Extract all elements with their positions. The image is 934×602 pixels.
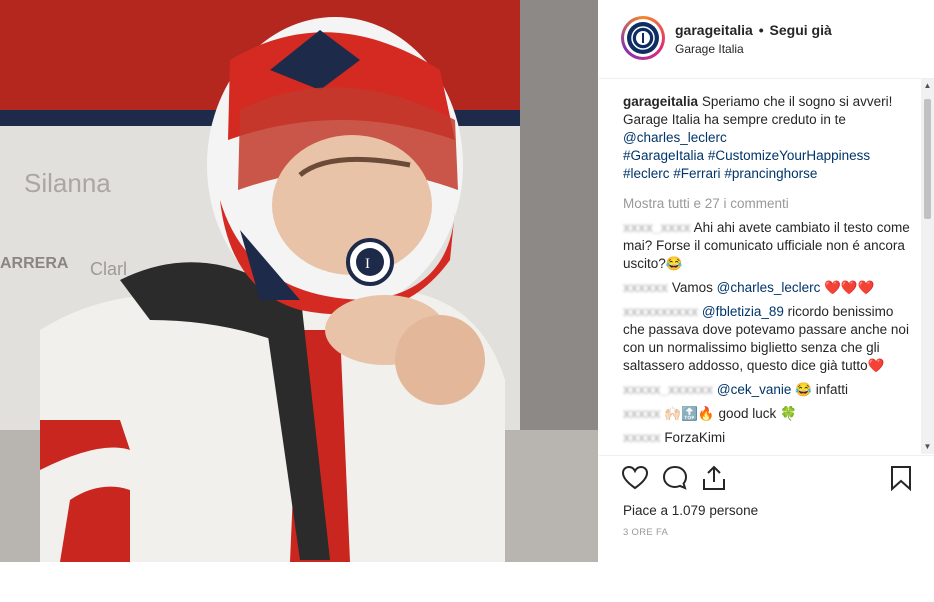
hashtag-link[interactable]: #Ferrari xyxy=(673,166,720,181)
scrollbar-thumb[interactable] xyxy=(924,99,931,219)
comment-username[interactable]: xxxxx xyxy=(623,405,661,423)
post-actions: Piace a 1.079 persone 3 ORE FA xyxy=(599,455,934,563)
comment-username[interactable]: xxxxx xyxy=(623,429,661,447)
garage-italia-logo-icon xyxy=(627,22,659,54)
comment-item: xxxxx ForzaKimi xyxy=(623,429,911,447)
comment-mention[interactable]: @cek_vanie xyxy=(717,382,792,397)
hashtag-link[interactable]: #CustomizeYourHappiness xyxy=(708,148,870,163)
post-container: Silanna ARRERA Clarl I garageitalia • Se… xyxy=(0,0,934,562)
comment-item: xxxxx 🙌🏻🔝🔥 good luck 🍀 xyxy=(623,405,911,423)
avatar-ring-inner xyxy=(624,19,662,57)
comment-item: xxxxxx Vamos @charles_leclerc ❤️❤️❤️ xyxy=(623,279,911,297)
comment-username[interactable]: xxxxxx xyxy=(623,279,668,297)
header-separator: • xyxy=(758,22,764,38)
likes-count[interactable]: Piace a 1.079 persone xyxy=(623,503,758,518)
caption-mention[interactable]: @charles_leclerc xyxy=(623,130,727,145)
hashtag-link[interactable]: #GarageItalia xyxy=(623,148,704,163)
comment-item: xxxxxxxxxx @fbletizia_89 ricordo benissi… xyxy=(623,303,911,375)
heart-icon[interactable] xyxy=(621,464,649,492)
header-location[interactable]: Garage Italia xyxy=(675,42,744,56)
comment-emoji: ❤️❤️❤️ xyxy=(824,280,875,295)
comment-item: xxxxx_xxxxxx @cek_vanie 😂 infatti xyxy=(623,381,911,399)
header-username[interactable]: garageitalia xyxy=(675,22,753,38)
svg-text:Silanna: Silanna xyxy=(24,168,111,198)
comments-scrollbar[interactable]: ▲ ▼ xyxy=(921,79,934,454)
comment-text: ForzaKimi xyxy=(664,430,726,445)
view-all-comments-link[interactable]: Mostra tutti e 27 i commenti xyxy=(623,195,911,213)
caption-username[interactable]: garageitalia xyxy=(623,94,698,109)
svg-text:I: I xyxy=(365,256,370,272)
comment-text: 🙌🏻🔝🔥 good luck 🍀 xyxy=(664,406,797,421)
comment-text: Vamos xyxy=(671,280,713,295)
svg-text:ARRERA: ARRERA xyxy=(0,255,69,272)
comment-text: 😂 infatti xyxy=(795,382,848,397)
header-user-line: garageitalia • Segui già xyxy=(675,22,832,38)
comment-icon[interactable] xyxy=(661,464,689,492)
hashtag-link[interactable]: #leclerc xyxy=(623,166,670,181)
page-bottom-area xyxy=(0,562,934,602)
scroll-up-arrow-icon[interactable]: ▲ xyxy=(923,81,932,91)
share-icon[interactable] xyxy=(700,464,728,492)
svg-text:Clarl: Clarl xyxy=(90,259,127,279)
comment-username[interactable]: xxxx_xxxx xyxy=(623,219,691,237)
comment-item: xxxx_xxxx Ahi ahi avete cambiato il test… xyxy=(623,219,911,273)
bookmark-icon[interactable] xyxy=(887,464,915,492)
post-timestamp[interactable]: 3 ORE FA xyxy=(623,527,668,538)
comment-mention[interactable]: @fbletizia_89 xyxy=(702,304,784,319)
post-sidebar: garageitalia • Segui già Garage Italia g… xyxy=(599,0,934,562)
post-image-illustration: Silanna ARRERA Clarl I xyxy=(0,0,598,562)
hashtag-link[interactable]: #prancinghorse xyxy=(724,166,817,181)
comment-username[interactable]: xxxxx_xxxxxx xyxy=(623,381,713,399)
scroll-down-arrow-icon[interactable]: ▼ xyxy=(923,442,932,452)
comment-mention[interactable]: @charles_leclerc xyxy=(717,280,821,295)
post-image[interactable]: Silanna ARRERA Clarl I xyxy=(0,0,598,562)
comment-username[interactable]: xxxxxxxxxx xyxy=(623,303,698,321)
follow-status-button[interactable]: Segui già xyxy=(770,22,832,38)
avatar[interactable] xyxy=(621,16,665,60)
comments-panel[interactable]: garageitalia Speriamo che il sogno si av… xyxy=(599,79,921,454)
post-header: garageitalia • Segui già Garage Italia xyxy=(599,0,934,79)
caption: garageitalia Speriamo che il sogno si av… xyxy=(623,93,911,183)
